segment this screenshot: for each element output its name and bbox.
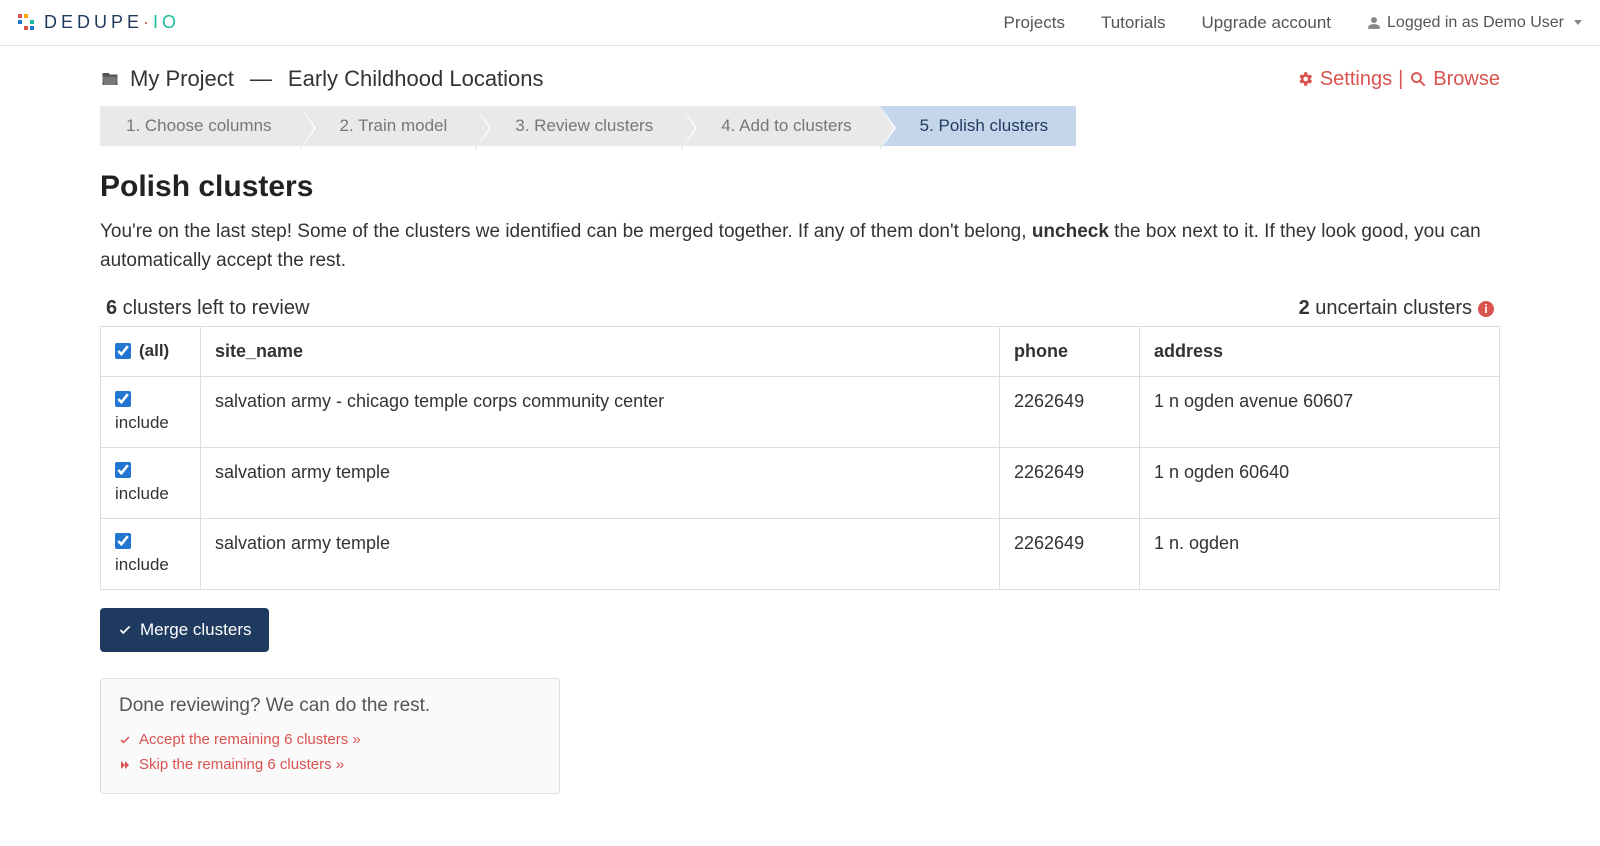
check-icon xyxy=(119,734,131,746)
cell-site-name: salvation army temple xyxy=(201,448,1000,519)
project-header: My Project — Early Childhood Locations S… xyxy=(100,66,1500,92)
nav-projects[interactable]: Projects xyxy=(986,13,1083,33)
counts-row: 6 clusters left to review 2 uncertain cl… xyxy=(100,297,1500,320)
row-include-checkbox[interactable] xyxy=(115,391,131,407)
done-reviewing-box: Done reviewing? We can do the rest. Acce… xyxy=(100,678,560,794)
browse-label: Browse xyxy=(1433,68,1500,91)
step-1[interactable]: 1. Choose columns xyxy=(100,106,300,146)
uncertain-count: 2 xyxy=(1299,297,1310,319)
select-all-checkbox[interactable] xyxy=(115,343,131,359)
cell-phone: 2262649 xyxy=(1000,448,1140,519)
project-right-links: Settings | Browse xyxy=(1296,68,1500,91)
brand-logo-icon xyxy=(18,14,36,32)
cell-site-name: salvation army temple xyxy=(201,519,1000,590)
step-2[interactable]: 2. Train model xyxy=(300,106,476,146)
step-3[interactable]: 3. Review clusters xyxy=(475,106,681,146)
col-phone: phone xyxy=(1000,327,1140,377)
chevron-down-icon xyxy=(1574,20,1582,25)
cell-phone: 2262649 xyxy=(1000,377,1140,448)
uncertain-label: uncertain clusters xyxy=(1310,297,1472,319)
skip-remaining-label: Skip the remaining 6 clusters » xyxy=(139,756,344,773)
table-row: include salvation army temple 2262649 1 … xyxy=(101,519,1500,590)
clusters-left-count: 6 xyxy=(106,297,117,319)
dataset-name[interactable]: Early Childhood Locations xyxy=(288,66,544,92)
user-icon xyxy=(1367,16,1381,30)
nav-upgrade[interactable]: Upgrade account xyxy=(1184,13,1349,33)
right-links-divider: | xyxy=(1398,68,1403,91)
cell-address: 1 n. ogden xyxy=(1140,519,1500,590)
cell-site-name: salvation army - chicago temple corps co… xyxy=(201,377,1000,448)
logged-in-label: Logged in as xyxy=(1387,14,1483,31)
settings-link[interactable]: Settings xyxy=(1296,68,1392,91)
topnav: DEDUPE·IO Projects Tutorials Upgrade acc… xyxy=(0,0,1600,46)
select-all-label: (all) xyxy=(139,341,169,361)
include-label: include xyxy=(115,555,169,575)
table-row: include salvation army - chicago temple … xyxy=(101,377,1500,448)
skip-remaining-link[interactable]: Skip the remaining 6 clusters » xyxy=(119,752,541,777)
step-4[interactable]: 4. Add to clusters xyxy=(681,106,879,146)
nav-user-menu[interactable]: Logged in as Demo User xyxy=(1349,14,1582,32)
merge-clusters-button[interactable]: Merge clusters xyxy=(100,608,269,652)
col-address: address xyxy=(1140,327,1500,377)
browse-link[interactable]: Browse xyxy=(1409,68,1500,91)
brand-name: DEDUPE·IO xyxy=(44,12,180,33)
include-label: include xyxy=(115,413,169,433)
nav-tutorials[interactable]: Tutorials xyxy=(1083,13,1184,33)
fast-forward-icon xyxy=(119,759,131,771)
step-5[interactable]: 5. Polish clusters xyxy=(880,106,1077,146)
project-name[interactable]: My Project xyxy=(130,66,234,92)
col-site-name: site_name xyxy=(201,327,1000,377)
row-include-checkbox[interactable] xyxy=(115,533,131,549)
info-icon[interactable]: i xyxy=(1478,301,1494,317)
merge-clusters-label: Merge clusters xyxy=(140,620,251,640)
user-name: Demo User xyxy=(1483,14,1564,31)
intro-text: You're on the last step! Some of the clu… xyxy=(100,218,1500,275)
clusters-left-label: clusters left to review xyxy=(117,297,309,319)
wizard-steps: 1. Choose columns 2. Train model 3. Revi… xyxy=(100,106,1500,146)
page-title: Polish clusters xyxy=(100,170,1500,204)
breadcrumb-separator: — xyxy=(250,66,272,92)
done-reviewing-header: Done reviewing? We can do the rest. xyxy=(119,695,541,717)
table-row: include salvation army temple 2262649 1 … xyxy=(101,448,1500,519)
check-icon xyxy=(118,623,132,637)
search-icon xyxy=(1409,70,1427,88)
clusters-table: (all) site_name phone address include sa… xyxy=(100,326,1500,590)
gears-icon xyxy=(1296,70,1314,88)
cell-address: 1 n ogden avenue 60607 xyxy=(1140,377,1500,448)
folder-open-icon xyxy=(100,70,120,88)
cell-address: 1 n ogden 60640 xyxy=(1140,448,1500,519)
include-label: include xyxy=(115,484,169,504)
brand-logo-text[interactable]: DEDUPE·IO xyxy=(18,12,180,33)
row-include-checkbox[interactable] xyxy=(115,462,131,478)
cell-phone: 2262649 xyxy=(1000,519,1140,590)
accept-remaining-label: Accept the remaining 6 clusters » xyxy=(139,731,361,748)
settings-label: Settings xyxy=(1320,68,1392,91)
accept-remaining-link[interactable]: Accept the remaining 6 clusters » xyxy=(119,727,541,752)
